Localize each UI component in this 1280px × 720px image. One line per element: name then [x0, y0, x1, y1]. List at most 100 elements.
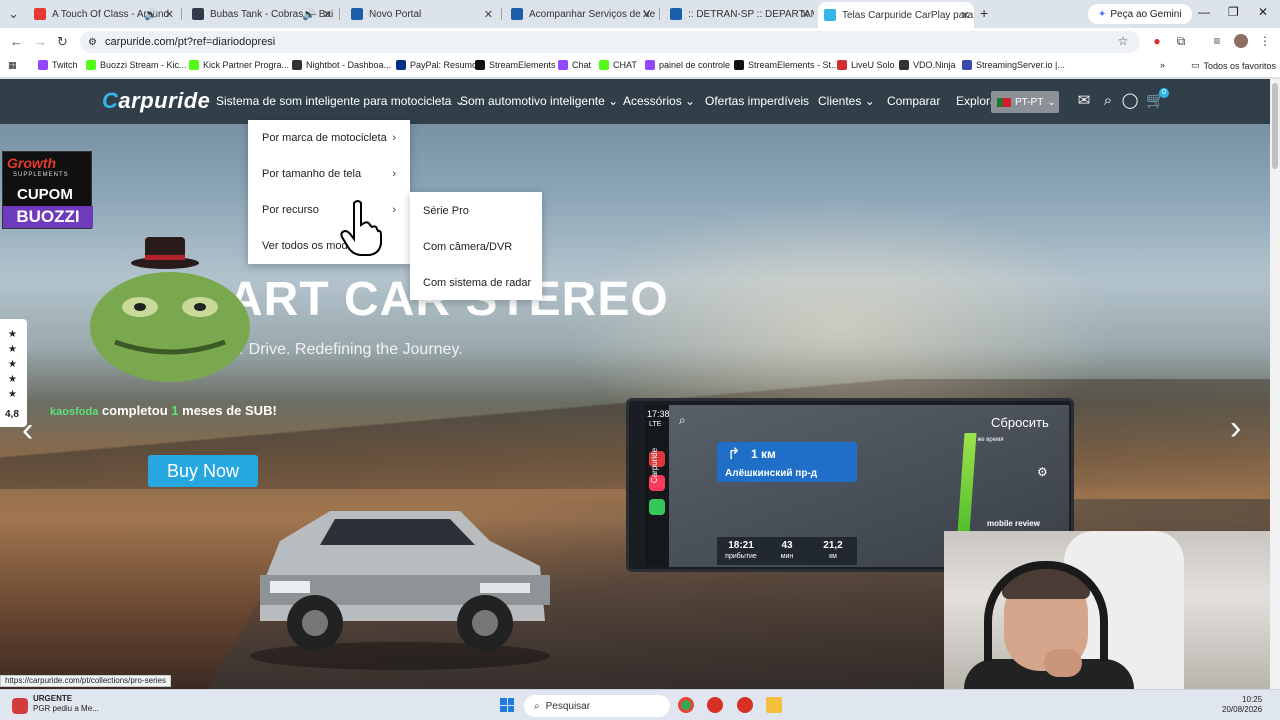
chat-icon [558, 60, 568, 70]
tab-label: Novo Portal [369, 8, 422, 20]
nav-motorcycle-sound[interactable]: Sistema de som inteligente para motocicl… [216, 94, 465, 108]
submenu-item-camera-dvr[interactable]: Com câmera/DVR [423, 241, 512, 253]
streamer-webcam [944, 531, 1270, 689]
file-explorer-icon[interactable] [766, 697, 782, 713]
restore-icon[interactable]: ❐ [1228, 5, 1239, 19]
close-tab-icon[interactable]: ✕ [961, 9, 970, 22]
hand-cursor-icon [340, 200, 382, 256]
system-clock[interactable]: 10:25 20/08/2026 [1222, 695, 1262, 715]
page-scrollbar[interactable] [1270, 79, 1280, 689]
tab-bubas-tank[interactable]: Bubas Tank - Cobras — Bai 🔊 ✕ [186, 4, 336, 24]
nav-deals[interactable]: Ofertas imperdíveis [705, 94, 809, 108]
star-icon: ★ [8, 329, 17, 340]
search-icon[interactable]: ⌕ [1099, 92, 1117, 110]
sub-months: 1 [171, 403, 179, 418]
taskbar-search[interactable]: ⌕ Pesquisar [524, 695, 670, 717]
clock-time: 10:25 [1242, 695, 1263, 704]
bookmark-item[interactable]: PayPal: Resumo [396, 60, 477, 70]
more-bookmarks-icon[interactable]: » [1160, 60, 1165, 70]
bookmark-item[interactable]: StreamElements - St... [734, 60, 839, 70]
close-tab-icon[interactable]: ✕ [801, 8, 810, 21]
dropdown-item-by-feature[interactable]: Por recurso [262, 204, 319, 216]
media-controls-icon[interactable]: ≡ [1210, 34, 1224, 48]
app-icon[interactable] [707, 697, 723, 713]
profile-avatar[interactable] [1234, 34, 1248, 48]
all-bookmarks-folder[interactable]: ▭ Todos os favoritos [1191, 60, 1276, 71]
apps-grid-icon[interactable]: ▦ [8, 60, 17, 71]
tab-search-icon[interactable]: ⌄ [8, 6, 19, 22]
bookmark-item[interactable]: Nightbot - Dashboa... [292, 60, 391, 70]
gemini-button[interactable]: ✦ Peça ao Gemini [1088, 4, 1192, 24]
bookmark-item[interactable]: Twitch [38, 60, 78, 70]
eta-arrival-label: прибытие [725, 553, 757, 560]
close-tab-icon[interactable]: ✕ [165, 8, 174, 21]
promo-coupon: CUPOM [17, 186, 73, 203]
scrollbar-thumb[interactable] [1272, 83, 1278, 169]
nav-compare[interactable]: Comparar [887, 94, 940, 108]
tab-novo-portal[interactable]: Novo Portal ✕ [345, 4, 497, 24]
extension-icon[interactable]: ● [1150, 34, 1164, 48]
windows-taskbar: URGENTE PGR pediu a Me... ⌕ Pesquisar 10… [0, 689, 1280, 720]
account-icon[interactable]: ◯ [1121, 92, 1139, 110]
bookmark-label: VDO.Ninja [913, 60, 956, 70]
submenu-item-radar[interactable]: Com sistema de radar [423, 277, 531, 289]
close-tab-icon[interactable]: ✕ [642, 8, 651, 21]
mail-icon[interactable]: ✉ [1075, 92, 1093, 110]
news-widget[interactable]: URGENTE PGR pediu a Me... [33, 694, 99, 714]
new-tab-button[interactable]: + [980, 5, 988, 21]
nightbot-icon [292, 60, 302, 70]
submenu-item-pro-series[interactable]: Série Pro [423, 205, 469, 217]
search-icon: ⌕ [534, 700, 540, 712]
speaker-icon: 🔊 [302, 8, 316, 21]
address-bar[interactable]: ⚙ carpuride.com/pt?ref=diariodopresi [80, 31, 1140, 53]
news-widget-icon[interactable] [12, 698, 28, 714]
bookmark-item[interactable]: Chat [558, 60, 591, 70]
back-icon[interactable]: ← [10, 34, 23, 49]
tab-carpuride[interactable]: Telas Carpuride CarPlay para M ✕ [818, 2, 974, 28]
device-time: 17:38 [647, 409, 670, 419]
tab-label: Telas Carpuride CarPlay para M [842, 9, 974, 21]
nav-customers[interactable]: Clientes ⌄ [818, 94, 875, 108]
logo-initial: C [102, 88, 119, 113]
bookmark-item[interactable]: painel de controle [645, 60, 730, 70]
close-tab-icon[interactable]: ✕ [484, 8, 493, 21]
twitch-icon [645, 60, 655, 70]
bookmark-item[interactable]: Buozzi Stream - Kic... [86, 60, 187, 70]
nav-car-sound[interactable]: Som automotivo inteligente ⌄ [460, 94, 618, 108]
bookmark-item[interactable]: VDO.Ninja [899, 60, 956, 70]
eta-distance-label: км [829, 553, 837, 560]
bookmark-item[interactable]: CHAT [599, 60, 637, 70]
bookmark-item[interactable]: Kick Partner Progra... [189, 60, 289, 70]
mobile-review-watermark: mobile review [987, 519, 1040, 528]
settings-gear-icon: ⚙ [1037, 465, 1048, 479]
reviews-rating-widget[interactable]: ★ ★ ★ ★ ★ 4,8 [0, 319, 27, 427]
close-window-icon[interactable]: ✕ [1258, 5, 1268, 19]
bookmark-star-icon[interactable]: ☆ [1116, 34, 1130, 48]
windows-start-icon[interactable] [500, 698, 514, 712]
carpuride-logo[interactable]: Carpuride [102, 88, 210, 114]
tab-detran-sp[interactable]: :: DETRAN-SP :: DEPARTAMENT ✕ [664, 4, 814, 24]
tab-acompanhar-servicos[interactable]: Acompanhar Serviços de Veícu ✕ [505, 4, 655, 24]
dropdown-item-by-brand[interactable]: Por marca de motocicleta [262, 132, 387, 144]
carousel-next-icon[interactable]: › [1230, 409, 1241, 448]
chevron-right-icon: › [392, 168, 396, 180]
forward-icon[interactable]: → [34, 34, 47, 49]
chrome-icon[interactable] [678, 697, 694, 713]
nav-accessories[interactable]: Acessórios ⌄ [623, 94, 695, 108]
reload-icon[interactable]: ↻ [57, 34, 68, 50]
bookmark-item[interactable]: StreamElements [475, 60, 556, 70]
menu-kebab-icon[interactable]: ⋮ [1258, 34, 1272, 48]
site-icon [192, 8, 204, 20]
language-selector[interactable]: PT-PT ⌄ [991, 91, 1059, 113]
site-info-icon[interactable]: ⚙ [88, 37, 97, 48]
bookmark-item[interactable]: LiveU Solo [837, 60, 895, 70]
feature-submenu: Série Pro Com câmera/DVR Com sistema de … [410, 192, 542, 300]
minimize-icon[interactable]: — [1198, 5, 1210, 19]
dropdown-item-by-screen-size[interactable]: Por tamanho de tela [262, 168, 361, 180]
bookmark-item[interactable]: StreamingServer.io |... [962, 60, 1065, 70]
carpuride-icon [824, 9, 836, 21]
close-tab-icon[interactable]: ✕ [323, 8, 332, 21]
extensions-puzzle-icon[interactable]: ⧉ [1174, 34, 1188, 48]
tab-a-touch-of-class[interactable]: A Touch Of Class - Around 🔊 ✕ [28, 4, 178, 24]
app-icon[interactable] [737, 697, 753, 713]
